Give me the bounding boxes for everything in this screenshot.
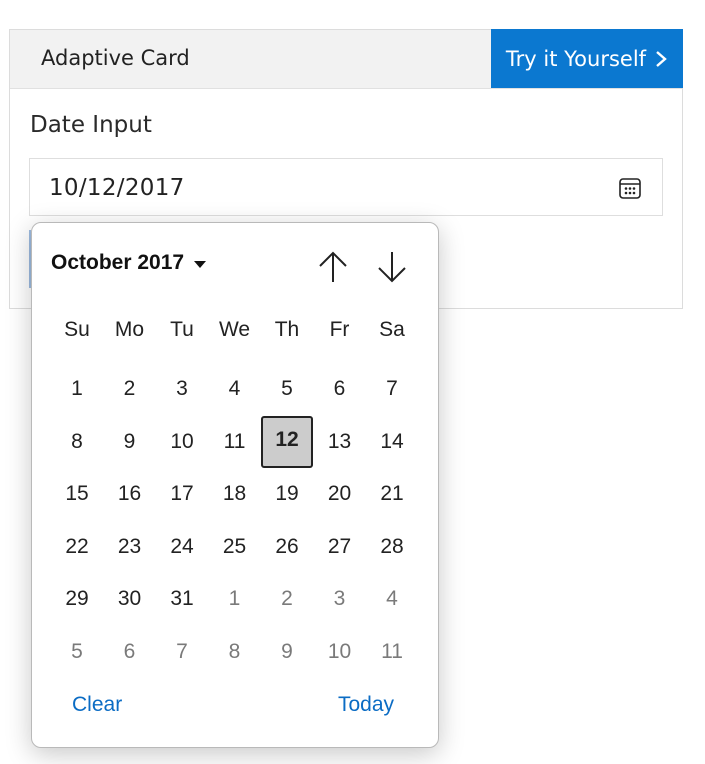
day-cell[interactable]: 15 bbox=[51, 470, 103, 518]
day-cell[interactable]: 18 bbox=[209, 470, 261, 518]
day-cell-adjacent-month[interactable]: 10 bbox=[314, 628, 366, 676]
try-it-yourself-button[interactable]: Try it Yourself bbox=[491, 29, 683, 88]
month-year-label: October 2017 bbox=[51, 251, 185, 274]
day-cell[interactable]: 28 bbox=[366, 523, 418, 571]
date-picker-popup: October 2017 Su Mo Tu We Th Fr Sa 1 2 3 4 5 6 7 8 9 10 1… bbox=[31, 222, 439, 748]
weekday-sa: Sa bbox=[379, 318, 405, 341]
day-cell[interactable]: 2 bbox=[104, 365, 156, 413]
day-cell[interactable]: 22 bbox=[51, 523, 103, 571]
caret-down-icon bbox=[194, 260, 207, 268]
day-cell[interactable]: 6 bbox=[314, 365, 366, 413]
today-button[interactable]: Today bbox=[338, 693, 394, 717]
day-cell[interactable]: 31 bbox=[156, 575, 208, 623]
day-cell[interactable]: 26 bbox=[261, 523, 313, 571]
day-cell[interactable]: 29 bbox=[51, 575, 103, 623]
day-cell-adjacent-month[interactable]: 5 bbox=[51, 628, 103, 676]
day-cell[interactable]: 1 bbox=[51, 365, 103, 413]
day-grid: 1 2 3 4 5 6 7 8 9 10 11 12 13 14 15 16 17 18 19 20 21 22 23 24 2… bbox=[51, 365, 419, 685]
day-cell[interactable]: 21 bbox=[366, 470, 418, 518]
arrow-down-icon[interactable] bbox=[374, 249, 410, 285]
day-cell-adjacent-month[interactable]: 7 bbox=[156, 628, 208, 676]
day-cell[interactable]: 14 bbox=[366, 418, 418, 466]
day-cell[interactable]: 19 bbox=[261, 470, 313, 518]
day-cell[interactable]: 25 bbox=[209, 523, 261, 571]
day-cell-adjacent-month[interactable]: 8 bbox=[209, 628, 261, 676]
day-cell[interactable]: 10 bbox=[156, 418, 208, 466]
day-cell[interactable]: 13 bbox=[314, 418, 366, 466]
month-year-selector[interactable]: October 2017 bbox=[51, 251, 207, 275]
calendar-icon[interactable] bbox=[618, 176, 642, 200]
weekday-fr: Fr bbox=[329, 318, 350, 341]
day-cell-adjacent-month[interactable]: 6 bbox=[104, 628, 156, 676]
day-cell-adjacent-month[interactable]: 4 bbox=[366, 575, 418, 623]
weekday-su: Su bbox=[64, 318, 90, 341]
chevron-right-icon bbox=[656, 50, 667, 67]
card-header: Adaptive Card Try it Yourself bbox=[10, 29, 683, 89]
weekday-th: Th bbox=[274, 318, 300, 341]
day-cell[interactable]: 5 bbox=[261, 365, 313, 413]
weekday-header-row: Su Mo Tu We Th Fr Sa bbox=[51, 318, 419, 342]
weekday-we: We bbox=[218, 318, 251, 341]
day-cell-adjacent-month[interactable]: 2 bbox=[261, 575, 313, 623]
day-cell[interactable]: 8 bbox=[51, 418, 103, 466]
clear-button[interactable]: Clear bbox=[72, 693, 122, 717]
day-cell-adjacent-month[interactable]: 9 bbox=[261, 628, 313, 676]
day-cell[interactable]: 16 bbox=[104, 470, 156, 518]
day-cell[interactable]: 30 bbox=[104, 575, 156, 623]
date-input-value: 10/12/2017 bbox=[49, 175, 185, 201]
try-button-label: Try it Yourself bbox=[505, 46, 647, 71]
day-cell[interactable]: 27 bbox=[314, 523, 366, 571]
day-cell-adjacent-month[interactable]: 3 bbox=[314, 575, 366, 623]
day-cell[interactable]: 17 bbox=[156, 470, 208, 518]
date-input-label: Date Input bbox=[30, 112, 152, 138]
day-cell-selected[interactable]: 12 bbox=[261, 415, 313, 468]
day-cell[interactable]: 24 bbox=[156, 523, 208, 571]
day-cell[interactable]: 7 bbox=[366, 365, 418, 413]
day-cell[interactable]: 9 bbox=[104, 418, 156, 466]
day-cell-adjacent-month[interactable]: 11 bbox=[366, 628, 418, 676]
day-cell[interactable]: 23 bbox=[104, 523, 156, 571]
date-input-field[interactable]: 10/12/2017 bbox=[29, 158, 663, 216]
day-cell-adjacent-month[interactable]: 1 bbox=[209, 575, 261, 623]
day-cell[interactable]: 4 bbox=[209, 365, 261, 413]
day-cell[interactable]: 11 bbox=[209, 418, 261, 466]
day-cell[interactable]: 3 bbox=[156, 365, 208, 413]
arrow-up-icon[interactable] bbox=[315, 249, 351, 285]
weekday-tu: Tu bbox=[170, 318, 194, 341]
weekday-mo: Mo bbox=[114, 318, 145, 341]
card-title: Adaptive Card bbox=[41, 46, 190, 70]
day-cell[interactable]: 20 bbox=[314, 470, 366, 518]
